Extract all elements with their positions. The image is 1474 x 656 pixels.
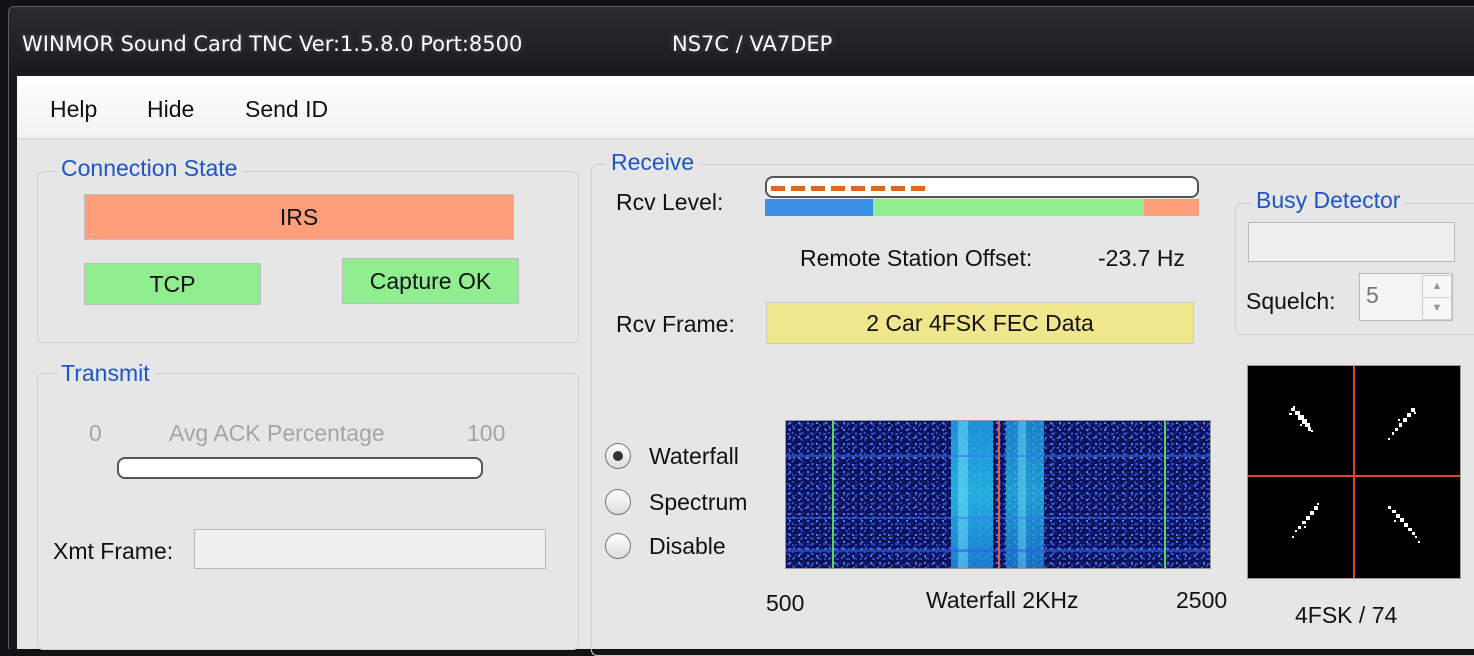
constellation-caption: 4FSK / 74 bbox=[1295, 602, 1398, 628]
xmt-frame-label: Xmt Frame: bbox=[53, 538, 174, 564]
radio-spectrum[interactable]: Spectrum bbox=[605, 487, 765, 519]
callsign-title: NS7C / VA7DEP bbox=[672, 32, 833, 56]
squelch-spinner[interactable]: 5 ▲ ▼ bbox=[1359, 273, 1453, 321]
constellation-canvas bbox=[1248, 366, 1460, 578]
squelch-down-button[interactable]: ▼ bbox=[1422, 297, 1452, 320]
radio-spectrum-label[interactable]: Spectrum bbox=[649, 489, 747, 516]
radio-disable[interactable]: Disable bbox=[605, 531, 765, 563]
menu-hide[interactable]: Hide bbox=[147, 96, 194, 123]
receive-label: Receive bbox=[607, 149, 699, 176]
waterfall-low-label: 500 bbox=[766, 590, 805, 616]
ack-percentage-label: Avg ACK Percentage bbox=[169, 420, 385, 446]
tcp-status: TCP bbox=[84, 263, 261, 305]
menu-help[interactable]: Help bbox=[50, 96, 97, 123]
transmit-label: Transmit bbox=[57, 360, 154, 387]
chevron-down-icon: ▼ bbox=[1431, 302, 1443, 314]
menu-send-id[interactable]: Send ID bbox=[245, 96, 328, 123]
chevron-up-icon: ▲ bbox=[1431, 280, 1443, 292]
remote-offset-label: Remote Station Offset: bbox=[800, 245, 1033, 271]
radio-disable-label[interactable]: Disable bbox=[649, 533, 726, 560]
ack-max-label: 100 bbox=[467, 420, 506, 446]
squelch-value[interactable]: 5 bbox=[1366, 282, 1379, 309]
window-title: WINMOR Sound Card TNC Ver:1.5.8.0 Port:8… bbox=[22, 32, 523, 56]
rcv-level-label: Rcv Level: bbox=[616, 189, 724, 215]
level-high-zone bbox=[1144, 199, 1199, 216]
busy-detector-label: Busy Detector bbox=[1252, 187, 1405, 214]
rcv-level-fill bbox=[771, 186, 927, 191]
radio-waterfall[interactable]: Waterfall bbox=[605, 441, 765, 473]
squelch-label: Squelch: bbox=[1246, 288, 1336, 314]
capture-status: Capture OK bbox=[342, 258, 519, 304]
radio-waterfall-label[interactable]: Waterfall bbox=[649, 443, 739, 470]
squelch-up-button[interactable]: ▲ bbox=[1422, 275, 1452, 298]
rcv-level-bar bbox=[765, 176, 1199, 198]
waterfall-display bbox=[785, 420, 1211, 569]
connection-state-indicator: IRS bbox=[84, 194, 514, 240]
radio-waterfall-circle[interactable] bbox=[605, 443, 631, 469]
radio-disable-circle[interactable] bbox=[605, 533, 631, 559]
connection-state-label: Connection State bbox=[57, 155, 242, 182]
radio-selected-dot bbox=[613, 451, 623, 461]
level-low-zone bbox=[765, 199, 873, 216]
ack-percentage-bar bbox=[117, 457, 483, 479]
client-area: Help Hide Send ID Connection State IRS T… bbox=[17, 76, 1474, 656]
rcv-frame-value: 2 Car 4FSK FEC Data bbox=[766, 302, 1194, 344]
title-bar[interactable]: WINMOR Sound Card TNC Ver:1.5.8.0 Port:8… bbox=[9, 7, 1474, 77]
menu-bar: Help Hide Send ID bbox=[17, 76, 1474, 139]
level-ok-zone bbox=[873, 199, 1144, 216]
ack-min-label: 0 bbox=[89, 420, 102, 446]
rcv-frame-label: Rcv Frame: bbox=[616, 311, 735, 337]
busy-indicator bbox=[1248, 222, 1455, 262]
remote-offset-value: -23.7 Hz bbox=[1098, 245, 1185, 271]
constellation-display bbox=[1247, 365, 1461, 579]
radio-spectrum-circle[interactable] bbox=[605, 489, 631, 515]
waterfall-canvas bbox=[786, 421, 1210, 568]
tnc-window: WINMOR Sound Card TNC Ver:1.5.8.0 Port:8… bbox=[8, 6, 1474, 656]
waterfall-high-label: 2500 bbox=[1176, 587, 1228, 613]
waterfall-scale-label: Waterfall 2KHz bbox=[926, 587, 1079, 613]
xmt-frame-field bbox=[194, 529, 546, 569]
rcv-level-scale bbox=[765, 199, 1199, 216]
transmit-group bbox=[37, 373, 579, 650]
